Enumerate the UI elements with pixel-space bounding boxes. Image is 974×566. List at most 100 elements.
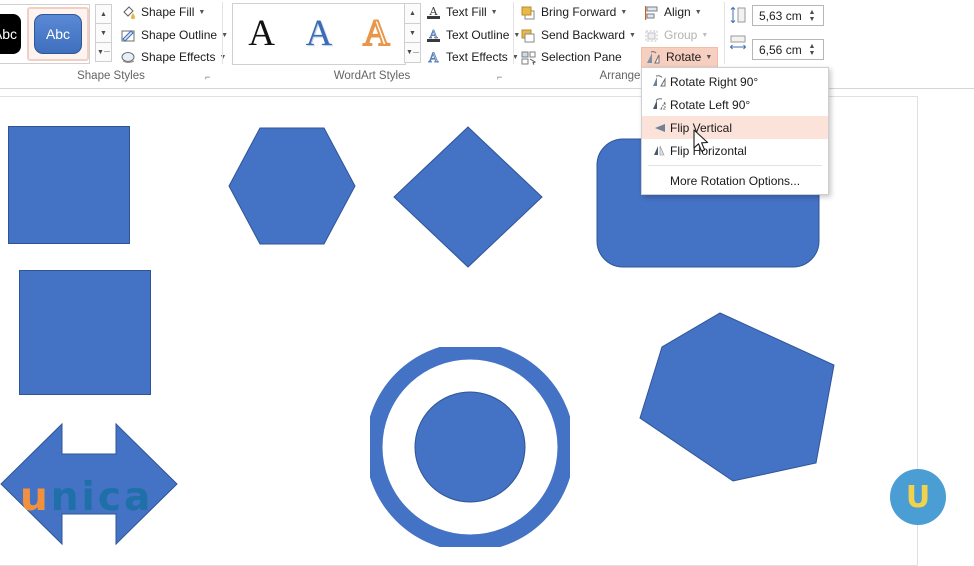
rotate-right-icon [648,74,670,90]
menu-item-rotate-right-90[interactable]: Rotate Right 90° [642,70,828,93]
selection-pane-label: Selection Pane [541,50,622,64]
rotate-icon [645,50,662,66]
square-shape[interactable] [19,270,151,395]
group-label-shape-styles: Shape Styles [77,70,145,82]
align-button[interactable]: Align ▼ [643,3,702,22]
gallery-scroll-down-icon[interactable]: ▼ [95,24,112,43]
text-effects-icon: A [425,50,442,66]
unica-badge-watermark: U [890,469,946,525]
send-backward-icon [520,28,537,44]
wordart-gallery-scroll[interactable]: ▲ ▼ ▼ — [404,3,421,64]
menu-item-more-rotation-options[interactable]: More Rotation Options... [642,169,828,192]
group-label-wordart-styles: WordArt Styles [333,70,411,82]
group-icon [643,28,660,44]
stepper-up-icon[interactable]: ▲ [809,43,816,50]
unica-watermark-first-letter: u [20,475,51,520]
group-divider [222,2,223,64]
text-outline-icon: A [425,28,442,44]
shape-width-stepper[interactable]: ▲ ▼ [806,39,818,60]
text-fill-icon: A [425,5,442,21]
shape-styles-dialog-launcher[interactable]: ⌐ [205,72,216,83]
text-effects-button[interactable]: A Text Effects ▼ [425,48,518,67]
flip-horizontal-icon [648,143,670,159]
hexagon-shape[interactable] [228,127,356,245]
chevron-down-icon: ▼ [490,9,498,16]
menu-item-label: Rotate Left 90° [670,97,751,112]
shape-outline-label: Shape Outline [141,28,218,42]
height-icon [729,6,749,24]
shape-styles-gallery[interactable]: Abc Abc [0,4,90,64]
unica-watermark: unica [20,475,153,520]
bring-forward-icon [520,5,537,21]
wordart-styles-dialog-launcher[interactable]: ⌐ [497,72,508,83]
wordart-scroll-up-icon[interactable]: ▲ [404,3,421,24]
selection-pane-icon [520,50,537,66]
align-label: Align [664,5,691,19]
selection-pane-button[interactable]: Selection Pane [520,48,622,67]
text-fill-button[interactable]: A Text Fill ▼ [425,3,498,22]
gallery-more-icon[interactable]: ▼ — [95,43,112,62]
shape-fill-button[interactable]: Shape Fill ▼ [120,3,205,22]
menu-item-label: More Rotation Options... [670,173,801,188]
group-divider [724,2,725,64]
shape-style-preview-selected[interactable]: Abc [34,14,82,54]
stepper-up-icon[interactable]: ▲ [809,9,816,16]
shape-effects-label: Shape Effects [141,50,216,64]
diamond-shape[interactable] [392,125,544,269]
shape-outline-button[interactable]: Shape Outline ▼ [120,26,228,45]
align-icon [643,5,660,21]
text-effects-label: Text Effects [446,50,508,64]
chevron-down-icon: ▼ [629,32,636,39]
flip-vertical-icon [648,120,670,136]
stepper-down-icon[interactable]: ▼ [809,50,816,57]
wordart-preview-3[interactable]: A [362,13,391,55]
chevron-down-icon: ▼ [701,32,709,39]
wordart-more-icon[interactable]: ▼ — [404,43,421,64]
wordart-preview-1[interactable]: A [248,14,275,54]
menu-item-label: Rotate Right 90° [670,74,759,89]
send-backward-button[interactable]: Send Backward ▼ [520,26,636,45]
menu-item-flip-horizontal[interactable]: Flip Horizontal [642,139,828,162]
bring-forward-label: Bring Forward [541,5,617,19]
width-icon [729,34,749,52]
group-label: Group [664,28,698,42]
wordart-styles-gallery[interactable]: A A A [232,3,406,65]
rectangle-shape[interactable] [8,126,130,244]
chevron-down-icon: ▼ [198,9,206,16]
pencil-outline-icon [120,28,137,44]
powerpoint-window: unica U Abc Abc ▲ ▼ ▼— [0,0,974,566]
send-backward-label: Send Backward [541,28,626,42]
gallery-scroll-up-icon[interactable]: ▲ [95,4,112,24]
wordart-scroll-down-icon[interactable]: ▼ [404,23,421,44]
rotate-label: Rotate [666,50,702,64]
shape-style-preview-dark[interactable]: Abc [0,14,21,54]
menu-separator [648,165,822,166]
chevron-down-icon: ▼ [620,9,628,16]
text-outline-button[interactable]: A Text Outline ▼ [425,26,520,45]
text-fill-label: Text Fill [446,5,487,19]
rotate-button[interactable]: Rotate ▼ [645,48,712,67]
group-button[interactable]: Group ▼ [643,26,708,45]
rotate-left-icon [648,97,670,113]
stepper-down-icon[interactable]: ▼ [809,16,816,23]
mouse-cursor [693,129,711,155]
unica-badge-letter: U [905,479,931,515]
shape-styles-gallery-scroll[interactable]: ▲ ▼ ▼ — [95,4,112,62]
bring-forward-button[interactable]: Bring Forward ▼ [520,3,627,22]
shape-style-selected-wrapper[interactable]: Abc [27,7,89,61]
effects-icon [120,50,137,66]
circle-shape[interactable] [414,391,526,503]
shape-height-stepper[interactable]: ▲ ▼ [806,5,818,26]
shape-fill-label: Shape Fill [141,5,195,19]
menu-item-flip-vertical[interactable]: Flip Vertical [642,116,828,139]
chevron-down-icon: ▼ [705,54,713,61]
unica-watermark-rest: nica [50,475,154,520]
group-divider [513,2,514,64]
wordart-preview-2[interactable]: A [306,14,333,54]
svg-text:A: A [428,51,439,65]
chevron-down-icon: ▼ [694,9,702,16]
pentagon-shape[interactable] [628,311,836,486]
rotate-dropdown-menu[interactable]: Rotate Right 90° Rotate Left 90° Flip Ve… [641,67,829,195]
shape-effects-button[interactable]: Shape Effects ▼ [120,48,226,67]
menu-item-rotate-left-90[interactable]: Rotate Left 90° [642,93,828,116]
